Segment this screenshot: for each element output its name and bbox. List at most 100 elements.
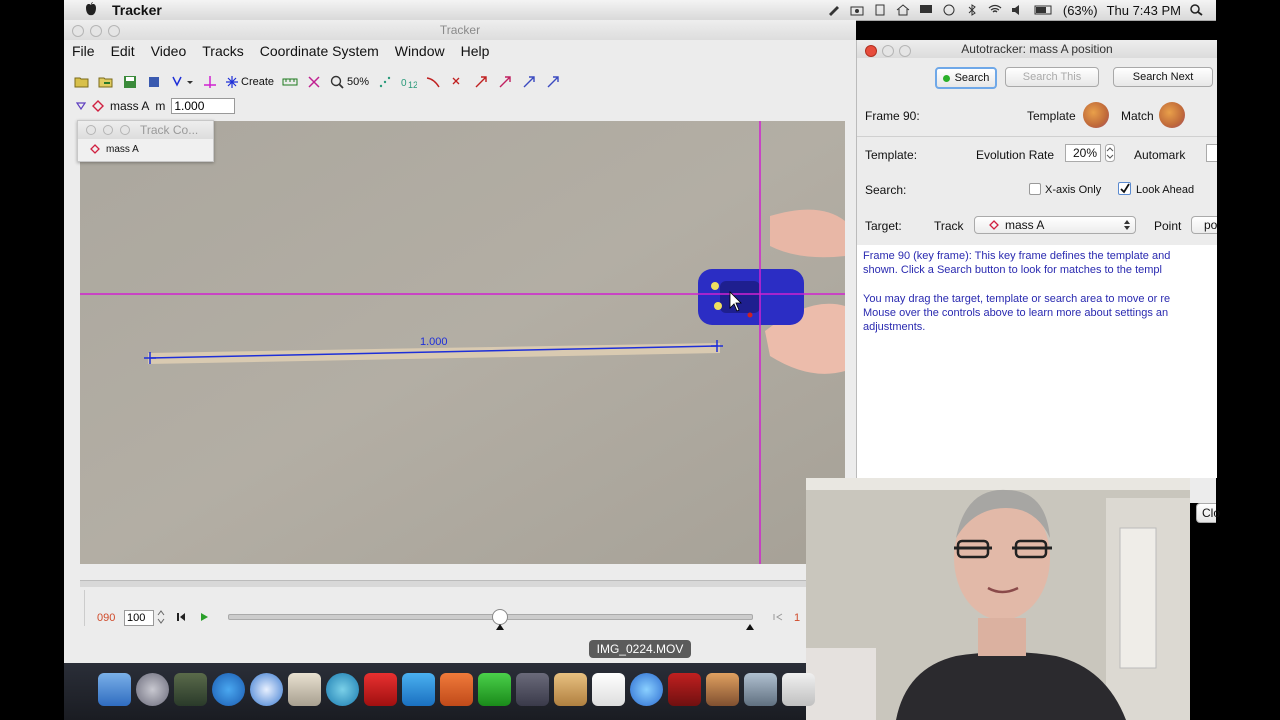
evolution-rate-field[interactable]: 20%	[1065, 144, 1101, 162]
safari-icon[interactable]	[250, 673, 283, 706]
track-select[interactable]: mass A	[974, 216, 1136, 234]
menubar-app-name[interactable]: Tracker	[112, 2, 162, 18]
menubar-clock[interactable]: Thu 7:43 PM	[1107, 3, 1181, 18]
close-window-button[interactable]	[72, 25, 84, 37]
apple-icon[interactable]	[80, 2, 102, 18]
contacts-icon[interactable]	[554, 673, 587, 706]
autotracker-close[interactable]	[865, 45, 877, 57]
frame-number[interactable]: 090	[97, 612, 115, 624]
zoom-window-button[interactable]	[108, 25, 120, 37]
calibration-menu-icon[interactable]	[170, 74, 194, 90]
spotlight-search-icon[interactable]	[1190, 4, 1204, 16]
open-folder-icon[interactable]	[74, 74, 90, 90]
momentum-icon[interactable]	[521, 74, 537, 90]
mission-control-icon[interactable]	[174, 673, 207, 706]
launchpad-icon[interactable]	[136, 673, 169, 706]
track-name[interactable]: mass A	[110, 99, 149, 113]
track-control-item-mass-a[interactable]: mass A	[78, 139, 213, 159]
point-select[interactable]: po	[1191, 216, 1217, 234]
autotracker-zoom[interactable]	[899, 45, 911, 57]
calibration-end-left[interactable]	[144, 352, 156, 364]
camera-icon[interactable]	[850, 4, 864, 16]
powerpoint-icon[interactable]	[440, 673, 473, 706]
look-ahead-checkbox[interactable]	[1118, 182, 1131, 195]
evolution-rate-stepper-icon[interactable]	[1105, 144, 1115, 162]
path-icon[interactable]	[425, 74, 441, 90]
display-icon[interactable]	[919, 4, 933, 16]
autotracker-minimize[interactable]	[882, 45, 894, 57]
bluetooth-icon[interactable]	[965, 4, 979, 16]
rate-input[interactable]	[124, 610, 154, 626]
search-this-button[interactable]: Search This	[1005, 67, 1099, 87]
frame-slider-track[interactable]	[228, 614, 753, 620]
minimize-window-button[interactable]	[90, 25, 102, 37]
wifi-icon[interactable]	[988, 4, 1002, 16]
calendar-icon[interactable]	[592, 673, 625, 706]
automark-field[interactable]	[1206, 144, 1217, 162]
match-image[interactable]	[1159, 102, 1185, 128]
triangle-down-icon[interactable]	[76, 102, 86, 110]
velocity-icon[interactable]	[473, 74, 489, 90]
menu-video[interactable]: Video	[151, 43, 187, 59]
track-control-close[interactable]	[86, 125, 96, 135]
calibration-end-right[interactable]	[711, 340, 723, 352]
force-icon[interactable]	[545, 74, 561, 90]
zoom-button[interactable]: 50%	[330, 74, 369, 90]
end-marker-icon[interactable]	[746, 624, 754, 630]
home-icon[interactable]	[896, 4, 910, 16]
photo-booth-icon[interactable]	[668, 673, 701, 706]
app-store-icon[interactable]	[212, 673, 245, 706]
rate-stepper-icon[interactable]	[157, 609, 165, 625]
textedit-icon[interactable]	[782, 673, 815, 706]
step-size-value[interactable]: 1	[794, 612, 800, 624]
trails-icon[interactable]	[377, 74, 393, 90]
finder-icon[interactable]	[98, 673, 131, 706]
open-file-icon[interactable]	[98, 74, 114, 90]
people-app-icon[interactable]	[326, 673, 359, 706]
position-icon[interactable]	[449, 74, 465, 90]
calibration-length-label[interactable]: 1.000	[420, 336, 448, 348]
preview-icon[interactable]	[288, 673, 321, 706]
xaxis-only-checkbox[interactable]	[1029, 183, 1041, 195]
frame-slider-knob[interactable]	[492, 609, 508, 625]
clip-settings-icon[interactable]	[146, 74, 162, 90]
acceleration-icon[interactable]	[497, 74, 513, 90]
excel-icon[interactable]	[478, 673, 511, 706]
time-machine-icon[interactable]	[942, 4, 956, 16]
step-size-icon[interactable]	[773, 613, 783, 621]
volume-icon[interactable]	[1011, 4, 1025, 16]
menu-window[interactable]: Window	[395, 43, 445, 59]
template-image[interactable]	[1083, 102, 1109, 128]
search-next-button[interactable]: Search Next	[1113, 67, 1213, 87]
create-track-button[interactable]: Create	[226, 74, 274, 90]
pencil-icon[interactable]	[827, 4, 841, 16]
track-control-minimize[interactable]	[103, 125, 113, 135]
horizontal-scrollbar[interactable]	[80, 580, 840, 587]
axes-icon[interactable]	[202, 74, 218, 90]
itunes-icon[interactable]	[630, 673, 663, 706]
play-icon[interactable]	[199, 612, 209, 622]
menu-file[interactable]: File	[72, 43, 95, 59]
start-marker-icon[interactable]	[496, 624, 504, 630]
menu-coordinate-system[interactable]: Coordinate System	[260, 43, 379, 59]
autotracker-close-button[interactable]: Clo	[1196, 503, 1220, 523]
save-icon[interactable]	[122, 74, 138, 90]
acrobat-icon[interactable]	[364, 673, 397, 706]
labels-icon[interactable]: 0 12	[401, 74, 417, 90]
track-control-zoom[interactable]	[120, 125, 130, 135]
document-icon[interactable]	[873, 4, 887, 16]
word-icon[interactable]	[402, 673, 435, 706]
image-capture-icon[interactable]	[744, 673, 777, 706]
track-data-icon[interactable]	[306, 74, 322, 90]
menu-tracks[interactable]: Tracks	[202, 43, 243, 59]
step-back-icon[interactable]	[176, 612, 186, 622]
search-button[interactable]: Search	[935, 67, 997, 89]
facetime-icon[interactable]	[516, 673, 549, 706]
video-view[interactable]: 1.000	[80, 121, 845, 564]
battery-icon[interactable]	[1034, 4, 1054, 16]
mass-input[interactable]	[171, 98, 236, 114]
menu-edit[interactable]: Edit	[111, 43, 135, 59]
menu-help[interactable]: Help	[461, 43, 490, 59]
iphoto-icon[interactable]	[706, 673, 739, 706]
tape-measure-icon[interactable]	[282, 74, 298, 90]
